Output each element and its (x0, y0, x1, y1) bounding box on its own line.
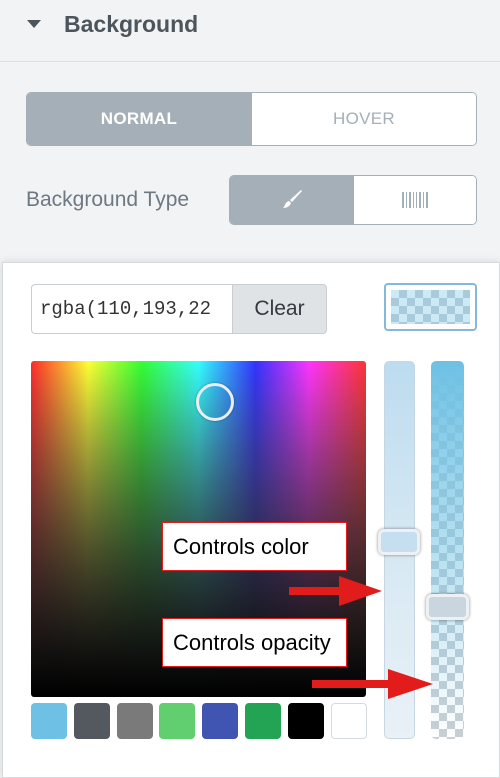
preset-swatch-5[interactable] (202, 703, 238, 739)
tab-hover[interactable]: HOVER (251, 93, 476, 145)
caret-down-icon[interactable] (27, 20, 41, 28)
current-color-preview (391, 290, 470, 324)
background-type-classic-button[interactable] (230, 176, 353, 224)
opacity-slider-handle[interactable] (426, 594, 469, 620)
annotation-controls-color: Controls color (162, 522, 347, 571)
tab-normal[interactable]: NORMAL (27, 93, 251, 145)
current-color-swatch[interactable] (384, 283, 477, 331)
preset-swatch-1[interactable] (31, 703, 67, 739)
preset-swatch-7[interactable] (288, 703, 324, 739)
preset-swatch-2[interactable] (74, 703, 110, 739)
preset-swatch-6[interactable] (245, 703, 281, 739)
preset-swatch-3[interactable] (117, 703, 153, 739)
background-type-toggle (229, 175, 477, 225)
background-section-header[interactable]: Background (0, 0, 500, 62)
clear-button[interactable]: Clear (232, 284, 327, 334)
background-type-label: Background Type (26, 188, 190, 211)
paint-brush-icon (282, 190, 302, 208)
opacity-gradient (431, 361, 464, 739)
annotation-controls-opacity: Controls opacity (162, 618, 347, 667)
arrow-to-opacity-slider (312, 669, 433, 699)
preset-swatch-8[interactable] (331, 703, 367, 739)
preset-swatch-4[interactable] (159, 703, 195, 739)
opacity-slider[interactable] (431, 361, 464, 739)
color-value-input[interactable] (31, 284, 233, 334)
state-tabs: NORMAL HOVER (26, 92, 477, 146)
hue-slider-handle[interactable] (378, 529, 420, 555)
background-type-gradient-button[interactable] (353, 176, 476, 224)
arrow-to-hue-slider (289, 576, 382, 606)
color-field-handle[interactable] (196, 383, 234, 421)
gradient-icon (402, 192, 428, 208)
section-title: Background (64, 11, 199, 37)
